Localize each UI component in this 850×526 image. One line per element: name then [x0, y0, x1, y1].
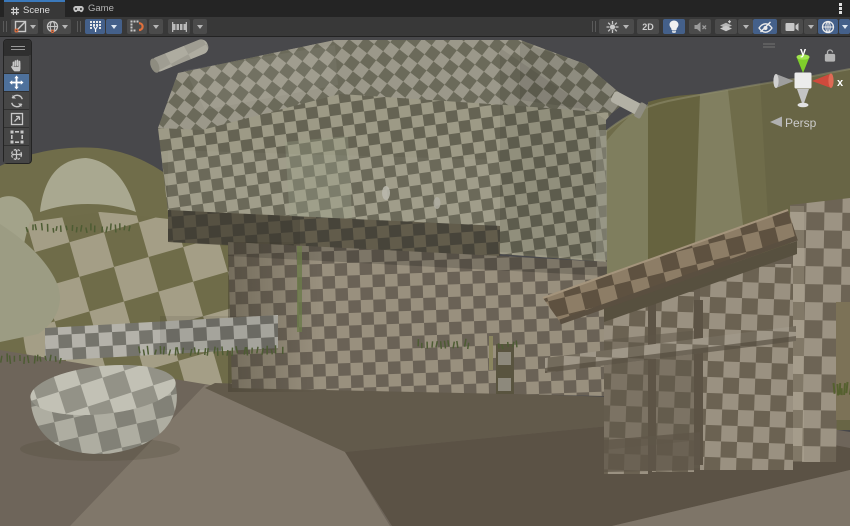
- svg-text:Persp: Persp: [785, 116, 817, 130]
- svg-text:y: y: [800, 46, 807, 58]
- svg-text:Y: Y: [92, 25, 98, 33]
- svg-text:x: x: [837, 77, 844, 89]
